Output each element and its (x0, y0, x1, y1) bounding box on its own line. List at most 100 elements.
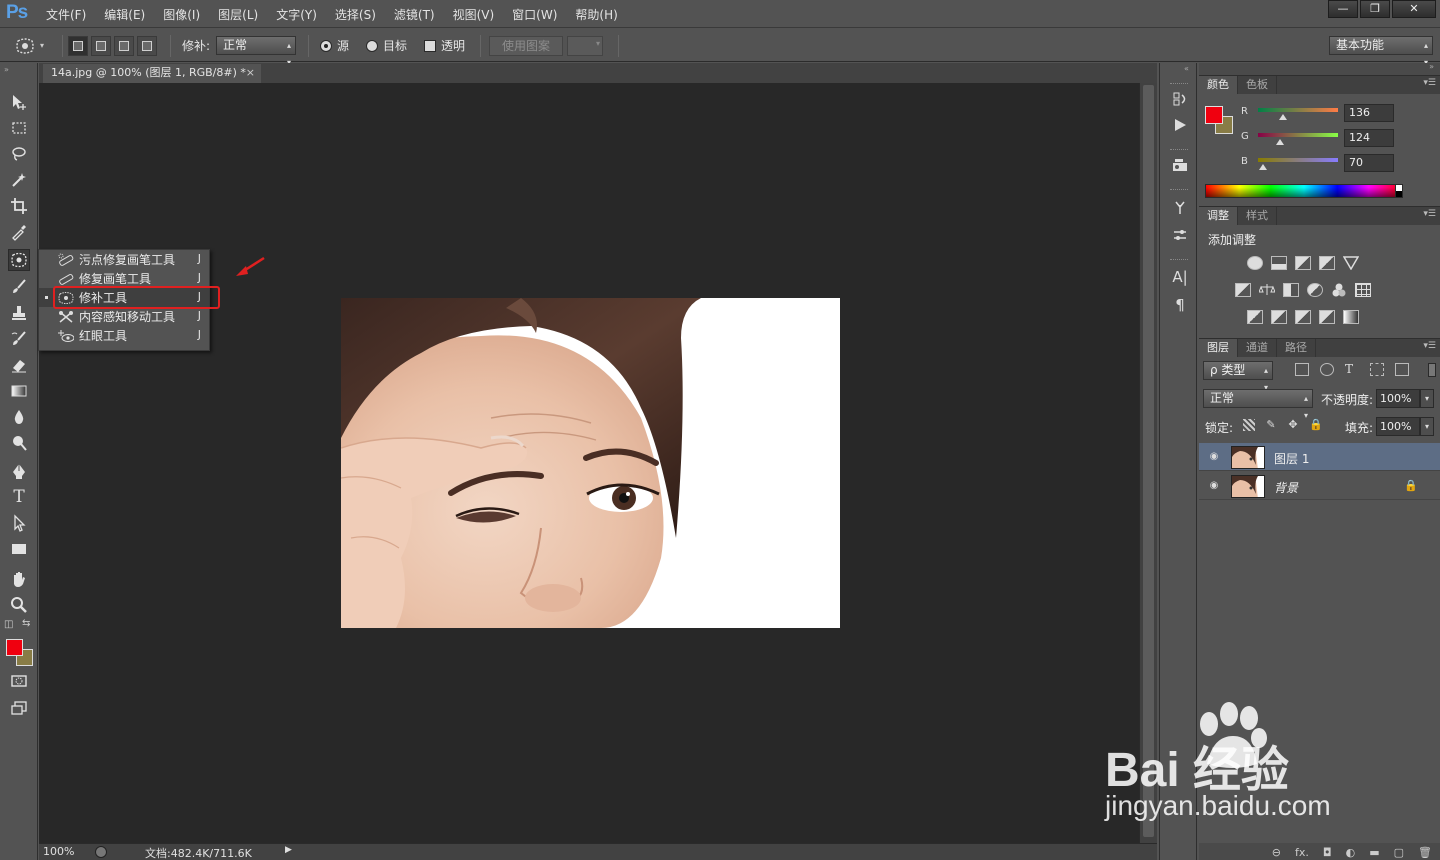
tool-preset-picker[interactable]: ▾ (14, 29, 44, 62)
flyout-item-content-aware-move[interactable]: 内容感知移动工具 J (39, 307, 209, 326)
actions-play-icon[interactable] (1170, 115, 1190, 135)
color-spectrum-ramp[interactable] (1205, 184, 1403, 198)
pixel-filter-icon[interactable] (1295, 363, 1309, 376)
posterize-icon[interactable] (1271, 310, 1287, 324)
document-image[interactable] (341, 298, 840, 628)
restore-button[interactable]: ❐ (1360, 0, 1390, 18)
source-radio[interactable]: 源 (320, 29, 349, 62)
target-radio-button[interactable] (366, 39, 378, 52)
visibility-eye-icon[interactable]: ◉ (1207, 451, 1221, 463)
lasso-tool-icon[interactable] (8, 143, 30, 165)
red-slider-knob[interactable] (1279, 114, 1287, 120)
collapse-icon[interactable]: » (1429, 62, 1434, 71)
pattern-picker[interactable] (567, 35, 604, 56)
layer-row-background[interactable]: ◉ 背景 🔒 (1199, 472, 1440, 500)
type-filter-icon[interactable]: T (1345, 363, 1359, 376)
flyout-item-spot-healing[interactable]: 污点修复画笔工具 J (39, 250, 209, 269)
opacity-dropdown-icon[interactable]: ▾ (1420, 389, 1434, 408)
fill-dropdown-icon[interactable]: ▾ (1420, 417, 1434, 436)
menu-edit[interactable]: 编辑(E) (104, 6, 145, 23)
rectangle-tool-icon[interactable] (8, 538, 30, 560)
brush-tool-icon[interactable] (8, 276, 30, 298)
menu-layer[interactable]: 图层(L) (218, 6, 258, 23)
foreground-color-swatch[interactable] (6, 639, 23, 656)
red-slider[interactable] (1258, 108, 1338, 112)
menu-view[interactable]: 视图(V) (453, 6, 495, 23)
target-radio[interactable]: 目标 (366, 29, 407, 62)
panel-menu-icon[interactable]: ▾☰ (1423, 341, 1436, 351)
tab-styles[interactable]: 样式 (1238, 207, 1277, 225)
layer-row-layer1[interactable]: ◉ 图层 1 (1199, 443, 1440, 471)
invert-icon[interactable] (1247, 310, 1263, 324)
zoom-level[interactable]: 100% (43, 845, 74, 858)
adjustment-filter-icon[interactable] (1320, 363, 1334, 376)
close-button[interactable]: ✕ (1392, 0, 1436, 18)
curves-icon[interactable] (1295, 256, 1311, 270)
selective-color-icon[interactable] (1319, 310, 1335, 324)
link-layers-icon[interactable]: ⊖ (1272, 846, 1281, 859)
panel-collapse-icon[interactable]: » (4, 65, 9, 74)
visibility-eye-icon[interactable]: ◉ (1207, 480, 1221, 492)
eyedropper-tool-icon[interactable] (8, 221, 30, 243)
flyout-item-red-eye[interactable]: 红眼工具 J (39, 326, 209, 345)
exposure-icon[interactable] (1319, 256, 1335, 270)
tab-paths[interactable]: 路径 (1277, 339, 1316, 357)
magic-wand-tool-icon[interactable] (8, 169, 30, 191)
tab-adjustments[interactable]: 调整 (1199, 207, 1238, 225)
vibrance-icon[interactable] (1342, 256, 1360, 271)
blur-tool-icon[interactable] (8, 406, 30, 428)
new-adjustment-layer-icon[interactable]: ◐ (1346, 846, 1356, 859)
threshold-icon[interactable] (1295, 310, 1311, 324)
source-radio-button[interactable] (320, 39, 332, 52)
tool-presets-icon[interactable] (1170, 225, 1190, 245)
menu-filter[interactable]: 滤镜(T) (394, 6, 435, 23)
channel-mixer-icon[interactable] (1331, 283, 1347, 297)
photo-filter-icon[interactable] (1307, 283, 1323, 297)
workspace-select[interactable]: 基本功能 ▴▾ (1329, 36, 1433, 67)
zoom-tool-icon[interactable] (8, 594, 30, 616)
screen-mode-icon[interactable] (8, 697, 30, 719)
tab-color[interactable]: 颜色 (1199, 76, 1238, 94)
move-tool-icon[interactable] (8, 91, 30, 113)
layer-filter-select[interactable]: ρ 类型 ▴ ▾ (1203, 361, 1273, 392)
quick-mask-icon[interactable] (8, 670, 30, 692)
history-brush-tool-icon[interactable] (8, 328, 30, 350)
crop-tool-icon[interactable] (8, 195, 30, 217)
menu-window[interactable]: 窗口(W) (512, 6, 557, 23)
dodge-tool-icon[interactable] (8, 432, 30, 454)
lock-pixels-brush-icon[interactable]: ✎ (1265, 419, 1277, 431)
blue-slider[interactable] (1258, 158, 1338, 162)
new-layer-icon[interactable]: ▢ (1394, 846, 1404, 859)
smart-object-filter-icon[interactable] (1395, 363, 1409, 376)
opacity-input[interactable]: 100% (1376, 389, 1420, 408)
green-slider[interactable] (1258, 133, 1338, 137)
history-panel-icon[interactable] (1170, 89, 1190, 109)
patch-tool-icon[interactable] (8, 249, 30, 271)
layer-comps-icon[interactable] (1170, 155, 1190, 175)
hand-tool-icon[interactable] (8, 568, 30, 590)
color-lookup-icon[interactable] (1355, 283, 1371, 297)
path-selection-tool-icon[interactable] (8, 512, 30, 534)
panel-menu-icon[interactable]: ▾☰ (1423, 78, 1436, 88)
gradient-map-icon[interactable] (1343, 310, 1359, 324)
intersect-selection-button[interactable] (137, 35, 157, 56)
lock-transparency-icon[interactable] (1243, 419, 1255, 431)
black-white-icon[interactable] (1283, 283, 1299, 297)
menu-image[interactable]: 图像(I) (163, 6, 200, 23)
layer-style-icon[interactable]: fx. (1295, 846, 1309, 859)
new-group-icon[interactable]: ▬ (1369, 846, 1379, 859)
shape-filter-icon[interactable] (1370, 363, 1384, 376)
menu-file[interactable]: 文件(F) (46, 6, 86, 23)
lock-all-icon[interactable]: 🔒 (1309, 419, 1323, 431)
panel-foreground-swatch[interactable] (1205, 106, 1223, 124)
brightness-icon[interactable] (1247, 256, 1263, 270)
tab-layers[interactable]: 图层 (1199, 339, 1238, 357)
lock-position-move-icon[interactable]: ✥ (1287, 419, 1299, 431)
eraser-tool-icon[interactable] (8, 354, 30, 376)
green-value-input[interactable]: 124 (1344, 129, 1394, 147)
tab-swatches[interactable]: 色板 (1238, 76, 1277, 94)
transparent-checkbox[interactable]: 透明 (424, 29, 465, 62)
blue-slider-knob[interactable] (1259, 164, 1267, 170)
gradient-tool-icon[interactable] (8, 380, 30, 402)
tab-channels[interactable]: 通道 (1238, 339, 1277, 357)
